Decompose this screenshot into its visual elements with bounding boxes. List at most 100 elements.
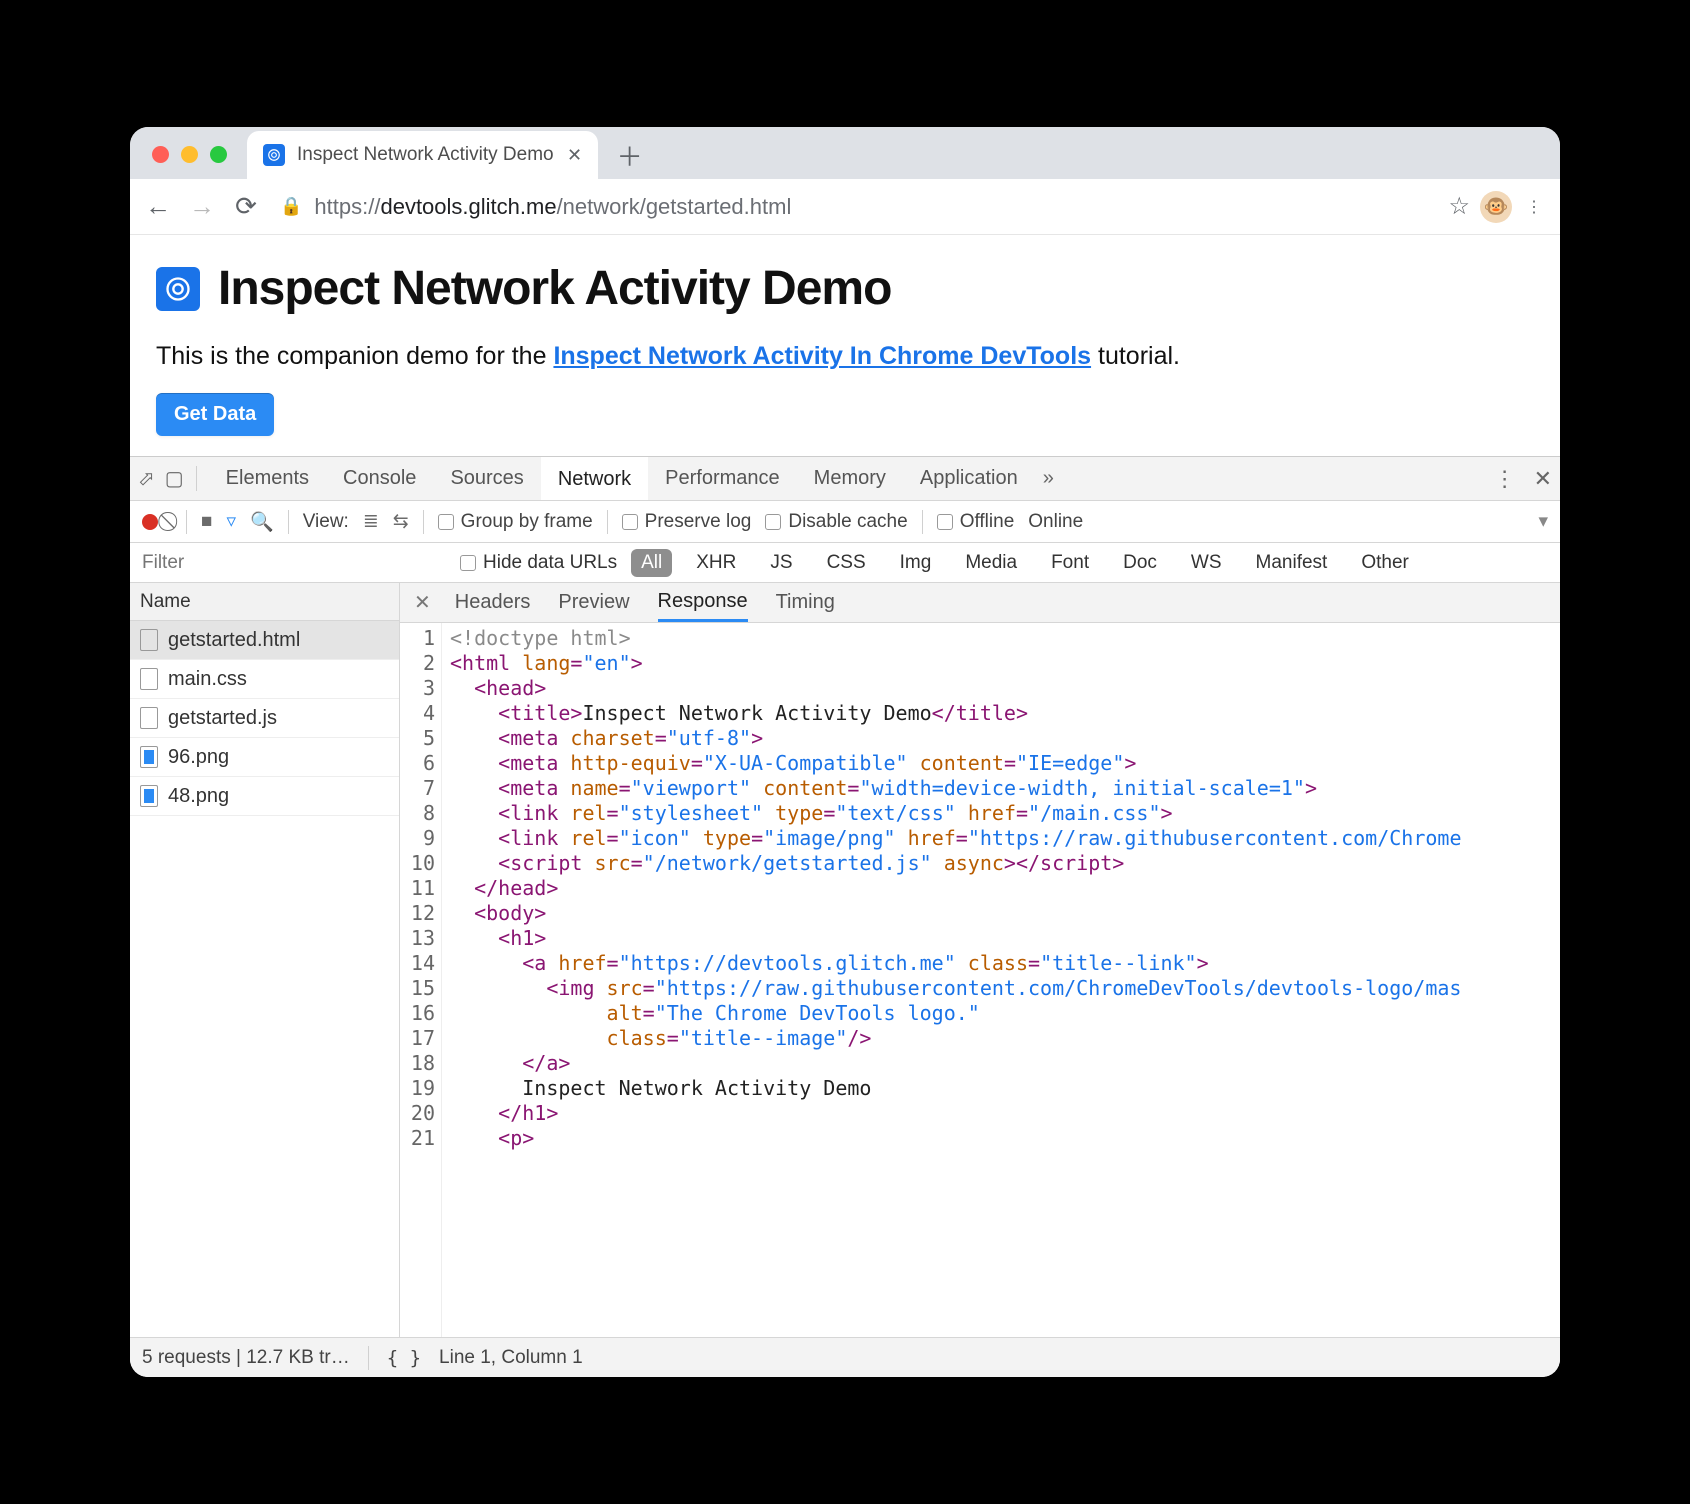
- document-file-icon: [140, 629, 158, 651]
- filter-type-doc[interactable]: Doc: [1113, 549, 1167, 577]
- detail-tabs: ✕ Headers Preview Response Timing: [400, 583, 1560, 623]
- panel-tab-sources[interactable]: Sources: [433, 457, 540, 500]
- document-file-icon: [140, 707, 158, 729]
- view-label: View:: [303, 511, 349, 533]
- offline-checkbox[interactable]: Offline: [937, 511, 1015, 533]
- tab-title: Inspect Network Activity Demo: [297, 144, 554, 166]
- network-content: Name getstarted.html main.css getstarted.j…: [130, 583, 1560, 1337]
- request-row[interactable]: main.css: [130, 660, 399, 699]
- detail-tab-timing[interactable]: Timing: [776, 585, 835, 620]
- panel-tab-performance[interactable]: Performance: [648, 457, 797, 500]
- filter-input[interactable]: [130, 543, 460, 582]
- filter-type-ws[interactable]: WS: [1181, 549, 1232, 577]
- filter-type-font[interactable]: Font: [1041, 549, 1099, 577]
- filter-type-css[interactable]: CSS: [817, 549, 876, 577]
- close-detail-icon[interactable]: ✕: [414, 590, 431, 615]
- record-icon[interactable]: [142, 514, 158, 530]
- panel-tab-elements[interactable]: Elements: [209, 457, 326, 500]
- forward-button[interactable]: →: [182, 187, 222, 227]
- devtools-settings-icon[interactable]: ⋮: [1494, 466, 1516, 492]
- intro-paragraph: This is the companion demo for the Inspe…: [156, 342, 1534, 371]
- detail-tab-headers[interactable]: Headers: [455, 585, 531, 620]
- response-source[interactable]: 1 2 3 4 5 6 7 8 9 10 11 12 13 14 15 16 1…: [400, 623, 1560, 1337]
- minimize-window-button[interactable]: [181, 146, 198, 163]
- image-file-icon: [140, 785, 158, 807]
- panel-tab-console[interactable]: Console: [326, 457, 433, 500]
- panel-tab-network[interactable]: Network: [541, 457, 648, 500]
- request-row[interactable]: getstarted.js: [130, 699, 399, 738]
- traffic-lights: [130, 146, 247, 179]
- inspect-element-icon[interactable]: ⬀: [138, 466, 155, 491]
- request-name: getstarted.js: [168, 707, 277, 730]
- reload-button[interactable]: ⟳: [226, 187, 266, 227]
- fullscreen-window-button[interactable]: [210, 146, 227, 163]
- url-box[interactable]: 🔒 https://devtools.glitch.me/network/get…: [270, 194, 1444, 220]
- panel-tab-application[interactable]: Application: [903, 457, 1035, 500]
- close-window-button[interactable]: [152, 146, 169, 163]
- page-title: Inspect Network Activity Demo: [218, 261, 891, 316]
- filter-type-js[interactable]: JS: [760, 549, 802, 577]
- status-position: Line 1, Column 1: [439, 1347, 583, 1369]
- toolbar-dropdown-icon[interactable]: ▾: [1538, 510, 1548, 533]
- disable-cache-checkbox[interactable]: Disable cache: [765, 511, 907, 533]
- filter-type-xhr[interactable]: XHR: [686, 549, 746, 577]
- overview-icon[interactable]: ⇆: [393, 510, 409, 533]
- browser-tab[interactable]: Inspect Network Activity Demo ✕: [247, 131, 598, 179]
- request-name: main.css: [168, 668, 247, 691]
- address-bar: ← → ⟳ 🔒 https://devtools.glitch.me/netwo…: [130, 179, 1560, 235]
- search-icon[interactable]: 🔍: [250, 510, 274, 534]
- bookmark-icon[interactable]: ☆: [1448, 192, 1470, 221]
- request-detail: ✕ Headers Preview Response Timing 1 2 3 4 5…: [400, 583, 1560, 1337]
- get-data-button[interactable]: Get Data: [156, 393, 274, 436]
- browser-window: Inspect Network Activity Demo ✕ ＋ ← → ⟳ …: [130, 127, 1560, 1377]
- request-name: 48.png: [168, 785, 229, 808]
- request-row[interactable]: 96.png: [130, 738, 399, 777]
- hide-data-urls-checkbox[interactable]: Hide data URLs: [460, 552, 617, 574]
- more-panels-icon[interactable]: »: [1043, 467, 1054, 490]
- close-tab-icon[interactable]: ✕: [566, 146, 584, 164]
- devtools-close-icon[interactable]: ✕: [1534, 466, 1552, 492]
- request-row[interactable]: 48.png: [130, 777, 399, 816]
- lock-icon: 🔒: [280, 196, 302, 217]
- devtools-favicon-icon: [263, 144, 285, 166]
- tabs-row: Inspect Network Activity Demo ✕ ＋: [247, 127, 1560, 179]
- url-text: https://devtools.glitch.me/network/getst…: [314, 194, 791, 220]
- preserve-log-checkbox[interactable]: Preserve log: [622, 511, 752, 533]
- titlebar: Inspect Network Activity Demo ✕ ＋: [130, 127, 1560, 179]
- filter-toggle-icon[interactable]: ▿: [226, 510, 236, 533]
- online-dropdown[interactable]: Online: [1028, 511, 1083, 533]
- network-toolbar: ⃠ ■ ▿ 🔍 View: ≣ ⇆ Group by frame Preserv…: [130, 501, 1560, 543]
- browser-menu-icon[interactable]: ⋮: [1516, 197, 1552, 217]
- filter-type-all[interactable]: All: [631, 549, 672, 577]
- devtools-statusbar: 5 requests | 12.7 KB tr… { } Line 1, Col…: [130, 1337, 1560, 1377]
- camera-icon[interactable]: ■: [201, 511, 212, 533]
- devtools-logo-icon: [156, 267, 200, 311]
- detail-tab-response[interactable]: Response: [658, 584, 748, 622]
- filter-type-manifest[interactable]: Manifest: [1246, 549, 1338, 577]
- image-file-icon: [140, 746, 158, 768]
- intro-link[interactable]: Inspect Network Activity In Chrome DevTo…: [553, 342, 1091, 370]
- request-name: getstarted.html: [168, 629, 300, 652]
- profile-avatar[interactable]: 🐵: [1480, 191, 1512, 223]
- large-rows-icon[interactable]: ≣: [363, 510, 379, 533]
- request-name: 96.png: [168, 746, 229, 769]
- devtools-tabs: ⬀ ▢ ElementsConsoleSourcesNetworkPerform…: [130, 457, 1560, 501]
- panel-tab-memory[interactable]: Memory: [797, 457, 903, 500]
- page-heading: Inspect Network Activity Demo: [156, 261, 1534, 316]
- name-column-header[interactable]: Name: [130, 583, 399, 621]
- devtools-panel: ⬀ ▢ ElementsConsoleSourcesNetworkPerform…: [130, 456, 1560, 1377]
- new-tab-button[interactable]: ＋: [612, 137, 648, 173]
- request-row[interactable]: getstarted.html: [130, 621, 399, 660]
- filter-type-img[interactable]: Img: [890, 549, 942, 577]
- filter-type-media[interactable]: Media: [955, 549, 1027, 577]
- device-toggle-icon[interactable]: ▢: [165, 466, 184, 491]
- back-button[interactable]: ←: [138, 187, 178, 227]
- group-by-frame-checkbox[interactable]: Group by frame: [438, 511, 593, 533]
- document-file-icon: [140, 668, 158, 690]
- detail-tab-preview[interactable]: Preview: [558, 585, 629, 620]
- requests-list: Name getstarted.html main.css getstarted.j…: [130, 583, 400, 1337]
- page-content: Inspect Network Activity Demo This is th…: [130, 235, 1560, 456]
- filter-bar: Hide data URLs All XHR JS CSS Img Media Font Do…: [130, 543, 1560, 583]
- filter-type-other[interactable]: Other: [1351, 549, 1419, 577]
- format-icon[interactable]: { }: [387, 1347, 421, 1369]
